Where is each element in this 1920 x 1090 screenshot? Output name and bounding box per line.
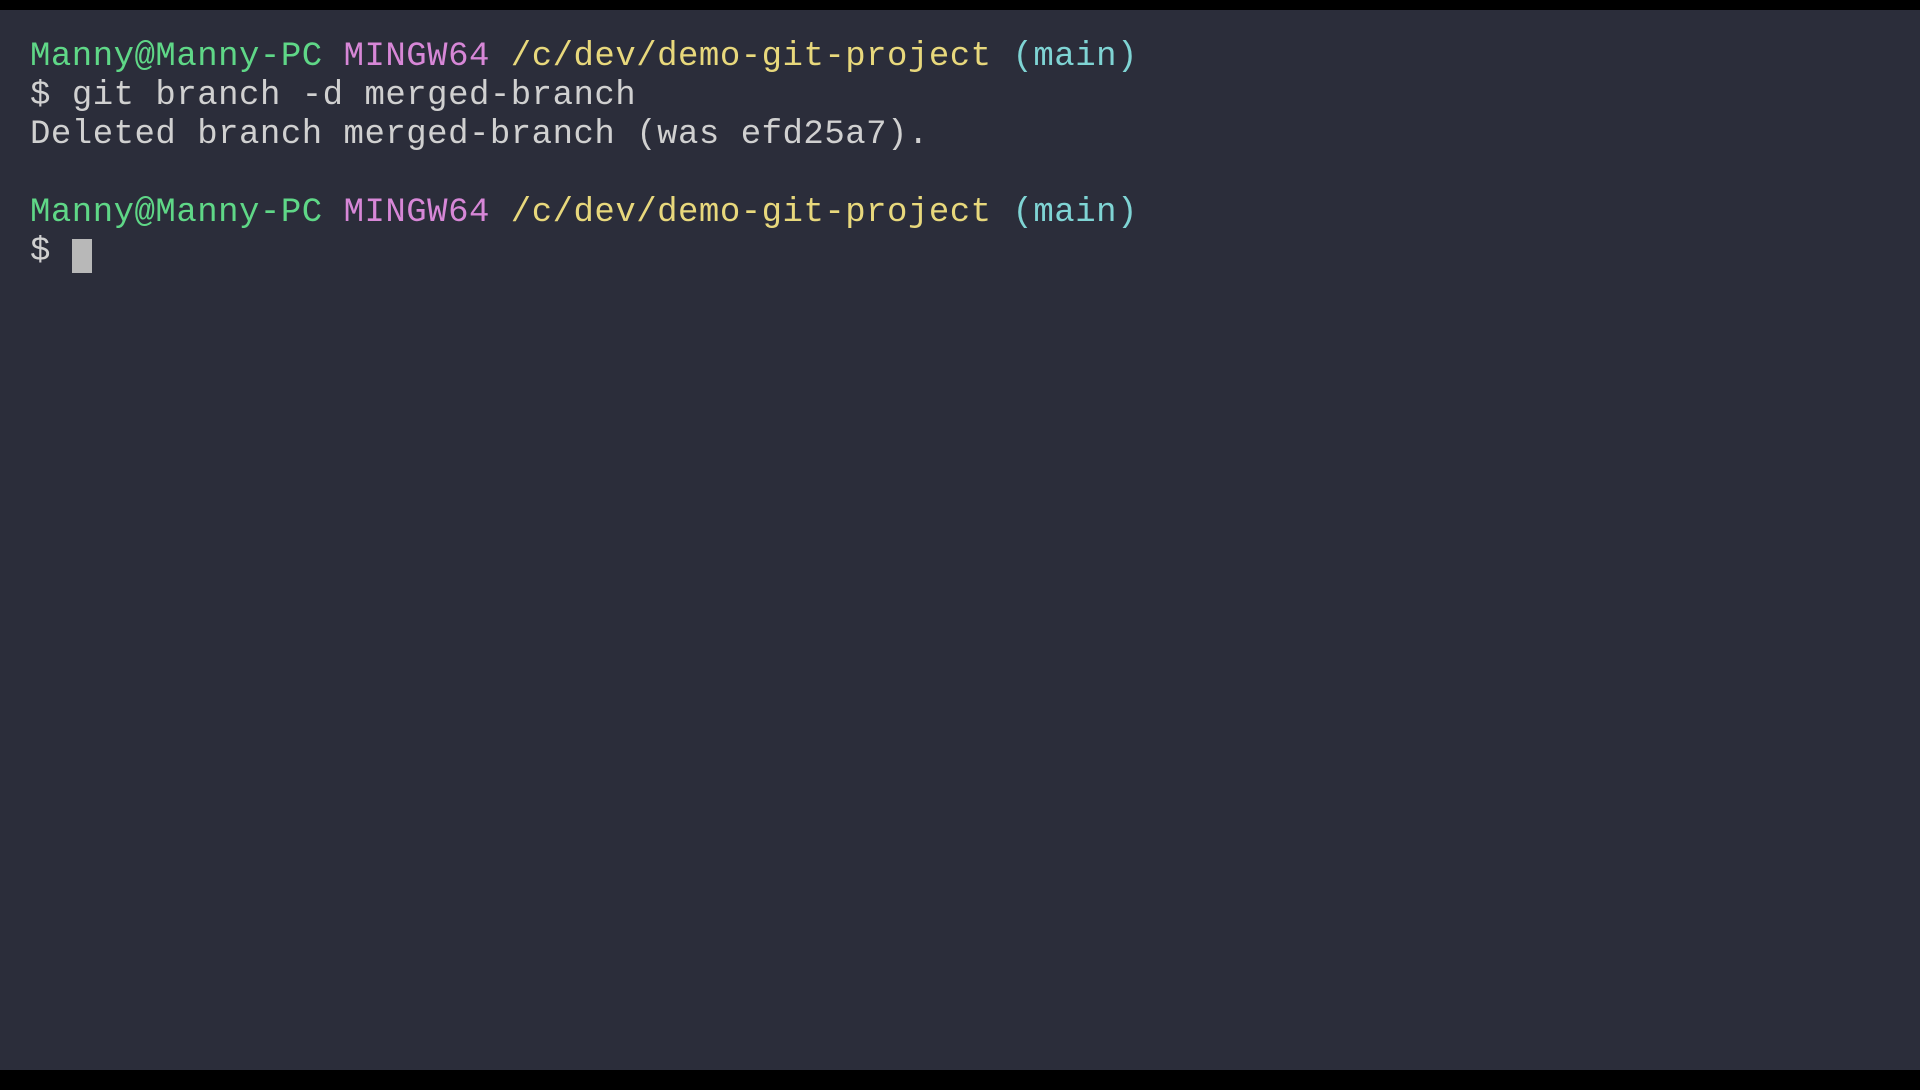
cwd-path: /c/dev/demo-git-project bbox=[511, 194, 992, 232]
cwd-path: /c/dev/demo-git-project bbox=[511, 38, 992, 76]
user-host: Manny@Manny-PC bbox=[30, 194, 323, 232]
prompt-line-2: Manny@Manny-PC MINGW64 /c/dev/demo-git-p… bbox=[30, 194, 1890, 233]
prompt-symbol: $ bbox=[30, 233, 51, 271]
git-branch: (main) bbox=[1012, 194, 1137, 232]
terminal-window[interactable]: Manny@Manny-PC MINGW64 /c/dev/demo-git-p… bbox=[0, 10, 1920, 1070]
env-label: MINGW64 bbox=[344, 194, 490, 232]
prompt-line-1: Manny@Manny-PC MINGW64 /c/dev/demo-git-p… bbox=[30, 38, 1890, 77]
user-host: Manny@Manny-PC bbox=[30, 38, 323, 76]
command-text: git branch -d merged-branch bbox=[72, 77, 636, 115]
command-line-1: $ git branch -d merged-branch bbox=[30, 77, 1890, 116]
blank-line bbox=[30, 155, 1890, 194]
git-branch: (main) bbox=[1012, 38, 1137, 76]
cursor-icon bbox=[72, 239, 92, 273]
env-label: MINGW64 bbox=[344, 38, 490, 76]
prompt-symbol: $ bbox=[30, 77, 51, 115]
command-line-2: $ bbox=[30, 233, 1890, 272]
output-line-1: Deleted branch merged-branch (was efd25a… bbox=[30, 116, 1890, 155]
